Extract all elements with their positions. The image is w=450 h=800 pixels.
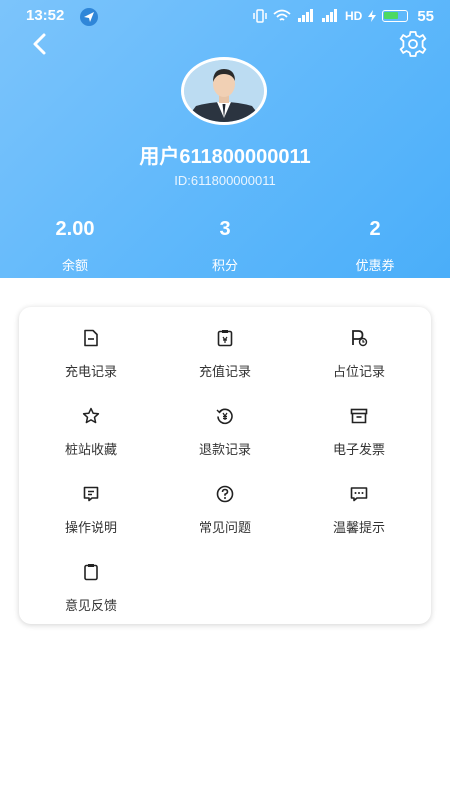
menu-station-favorites[interactable]: 桩站收藏 — [22, 385, 160, 457]
menu-card: 充电记录 充值记录 占位记录 桩站收藏 退款记录 电子发票 操作说明 常见问题 … — [19, 307, 431, 624]
gear-icon — [399, 31, 427, 57]
menu-label: 电子发票 — [332, 442, 385, 457]
navigation-icon — [80, 8, 98, 26]
settings-button[interactable] — [398, 29, 428, 59]
chat-icon — [350, 487, 368, 502]
avatar[interactable] — [181, 57, 267, 125]
user-name: 用户611800000011 — [139, 146, 311, 168]
status-bar: 13:52 HD 55 — [0, 0, 450, 32]
back-button[interactable] — [26, 30, 54, 58]
document-icon — [84, 329, 98, 347]
invoice-box-icon — [350, 408, 368, 424]
menu-label: 退款记录 — [198, 442, 251, 457]
feedback-icon — [84, 564, 98, 581]
stat-label: 余额 — [61, 258, 88, 273]
charging-icon — [368, 10, 377, 22]
battery-icon — [382, 10, 409, 22]
question-icon — [216, 485, 234, 503]
stat-points[interactable]: 3 积分 — [150, 218, 300, 274]
status-time: 13:52 — [26, 7, 65, 24]
refund-icon — [216, 408, 233, 425]
vibrate-icon — [253, 9, 267, 23]
signal-icon — [297, 9, 313, 22]
menu-tips[interactable]: 温馨提示 — [290, 463, 428, 535]
menu-label: 常见问题 — [198, 520, 251, 535]
menu-label: 操作说明 — [64, 520, 117, 535]
manual-icon — [83, 486, 99, 502]
menu-feedback[interactable]: 意见反馈 — [22, 541, 160, 613]
chevron-left-icon — [33, 33, 46, 55]
network-label: HD — [344, 9, 363, 23]
stat-value: 2.00 — [55, 218, 95, 240]
menu-label: 占位记录 — [332, 364, 385, 379]
menu-label: 桩站收藏 — [64, 442, 117, 457]
stat-coupons[interactable]: 2 优惠券 — [300, 218, 450, 274]
profile-header: 13:52 HD 55 用户611800000011 ID:6118000000… — [0, 0, 450, 278]
stat-label: 优惠券 — [355, 258, 395, 273]
menu-refund-records[interactable]: 退款记录 — [156, 385, 294, 457]
menu-faq[interactable]: 常见问题 — [156, 463, 294, 535]
stat-balance[interactable]: 2.00 余额 — [0, 218, 150, 274]
menu-occupancy-records[interactable]: 占位记录 — [290, 307, 428, 379]
menu-charge-records[interactable]: 充电记录 — [22, 307, 160, 379]
battery-percent: 55 — [417, 7, 434, 25]
menu-recharge-records[interactable]: 充值记录 — [156, 307, 294, 379]
star-icon — [82, 407, 100, 424]
menu-label: 充值记录 — [198, 364, 251, 379]
menu-instructions[interactable]: 操作说明 — [22, 463, 160, 535]
menu-label: 温馨提示 — [332, 520, 385, 535]
parking-icon — [352, 330, 368, 347]
menu-label: 意见反馈 — [64, 598, 117, 613]
stat-value: 2 — [369, 218, 381, 240]
signal-4g-icon — [321, 9, 337, 22]
menu-label: 充电记录 — [64, 364, 117, 379]
stat-value: 3 — [219, 218, 231, 240]
user-id: ID:611800000011 — [174, 173, 276, 188]
stat-label: 积分 — [211, 258, 238, 273]
menu-e-invoice[interactable]: 电子发票 — [290, 385, 428, 457]
status-icons: HD 55 — [253, 6, 434, 26]
clipboard-icon — [217, 330, 233, 347]
wifi-icon — [273, 9, 291, 21]
